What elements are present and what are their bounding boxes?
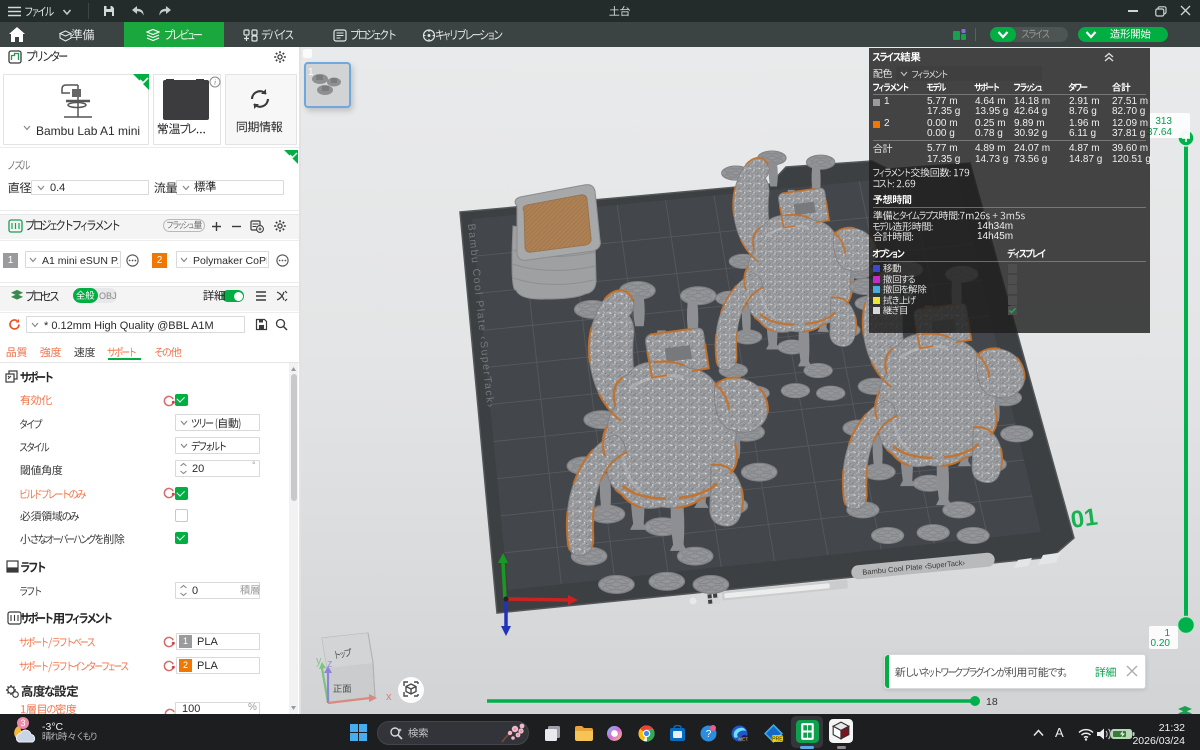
svg-text:i: i	[214, 78, 216, 87]
svg-text:?: ?	[706, 729, 712, 740]
svg-text:META: META	[738, 737, 748, 742]
svg-text:PRE: PRE	[772, 736, 783, 742]
